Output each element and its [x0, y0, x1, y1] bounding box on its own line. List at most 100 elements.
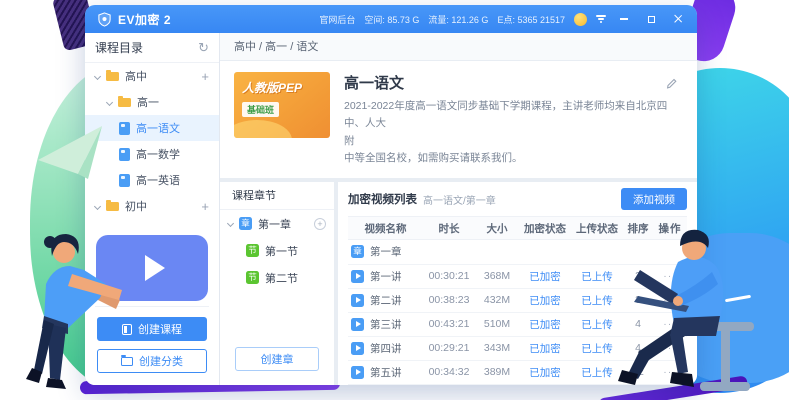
row-more-button[interactable]: ···: [653, 294, 687, 306]
video-duration: 00:43:21: [423, 318, 475, 330]
titlebar: EV加密 2 官网后台 空间: 85.73 G 流量: 121.26 G E点:…: [85, 5, 697, 33]
minimize-button[interactable]: [615, 11, 633, 27]
table-row[interactable]: 第四讲 00:29:21 343M 已加密 已上传 4 ···: [348, 337, 687, 361]
video-play-icon: [351, 366, 364, 379]
create-course-label: 创建课程: [138, 321, 182, 337]
video-order: 4: [623, 342, 653, 354]
sidebar-item-gaoyi-yuwen[interactable]: 高一语文: [85, 115, 219, 141]
upload-status-link[interactable]: 已上传: [571, 317, 623, 332]
folder-icon: [106, 72, 119, 81]
upload-status-link[interactable]: 已上传: [571, 341, 623, 356]
chevron-down-icon: [94, 72, 101, 79]
refresh-icon[interactable]: ↻: [198, 41, 209, 54]
description-line: 2021-2022年度高一语文同步基础下学期课程，主讲老师均来自北京四中、人大: [344, 100, 667, 129]
video-name: 第四讲: [370, 341, 402, 356]
chevron-down-icon: [106, 98, 113, 105]
add-category-icon[interactable]: +: [201, 200, 209, 213]
create-category-button[interactable]: 创建分类: [97, 349, 207, 373]
sidebar-item-gaoyi-yingyu[interactable]: 高一英语: [85, 167, 219, 193]
course-book-icon: [119, 148, 130, 161]
section-label: 第二节: [265, 270, 298, 286]
main-content: 高中 / 高一 / 语文 人教版PEP 基础班 高一语文: [220, 33, 697, 385]
add-video-button[interactable]: 添加视频: [621, 188, 687, 210]
sidebar-item-gaozhong[interactable]: 高中 +: [85, 63, 219, 89]
encrypt-status-link[interactable]: 已加密: [519, 293, 571, 308]
encrypt-status-link[interactable]: 已加密: [519, 269, 571, 284]
chapters-panel: 课程章节 章 第一章 + 节 第一节 节 第: [220, 182, 334, 385]
network-signal-icon: [596, 15, 606, 23]
section-badge-icon: 节: [246, 244, 259, 257]
course-book-icon: [119, 174, 130, 187]
tree-item-label: 高一数学: [136, 146, 180, 162]
table-row[interactable]: 第二讲 00:38:23 432M 已加密 已上传 3 ···: [348, 289, 687, 313]
sidebar-item-chuzhong[interactable]: 初中 +: [85, 193, 219, 219]
row-more-button[interactable]: ···: [653, 270, 687, 282]
play-icon: [145, 255, 165, 281]
chapter-item[interactable]: 章 第一章 +: [220, 210, 334, 237]
video-play-icon: [351, 294, 364, 307]
titlebar-right: 官网后台 空间: 85.73 G 流量: 121.26 G E点: 5365 2…: [319, 11, 687, 27]
app-window: EV加密 2 官网后台 空间: 85.73 G 流量: 121.26 G E点:…: [85, 5, 697, 385]
upload-status-link[interactable]: 已上传: [571, 365, 623, 380]
column-header-size: 大小: [475, 221, 519, 236]
video-list-subtitle: 高一语文/第一章: [423, 192, 496, 207]
table-group-row[interactable]: 章 第一章: [348, 240, 687, 264]
row-more-button[interactable]: ···: [653, 318, 687, 330]
video-play-icon: [351, 270, 364, 283]
video-size: 343M: [475, 342, 519, 354]
tree-item-label: 高一: [137, 94, 159, 110]
sidebar-header: 课程目录 ↻: [85, 33, 219, 63]
encrypt-status-link[interactable]: 已加密: [519, 341, 571, 356]
cover-subtitle-text: 基础班: [242, 102, 279, 117]
tree-item-label: 高中: [125, 68, 147, 84]
user-avatar[interactable]: [574, 13, 587, 26]
video-preview-play-button[interactable]: [96, 235, 208, 301]
table-row[interactable]: 第三讲 00:43:21 510M 已加密 已上传 4 ···: [348, 313, 687, 337]
edit-course-icon[interactable]: [665, 76, 679, 90]
video-name: 第一讲: [370, 269, 402, 284]
sidebar-item-gaoyi[interactable]: 高一: [85, 89, 219, 115]
video-name: 第五讲: [370, 365, 402, 380]
sidebar-buttons: 创建课程 创建分类: [85, 307, 219, 385]
video-order: 3: [623, 270, 653, 282]
close-button[interactable]: [669, 11, 687, 27]
video-duration: 00:34:32: [423, 366, 475, 378]
upload-status-link[interactable]: 已上传: [571, 269, 623, 284]
course-info: 高一语文 2021-2022年度高一语文同步基础下学期课程，主讲老师均来自北京四…: [344, 72, 683, 167]
chapter-badge-icon: 章: [239, 217, 252, 230]
folder-outline-icon: [121, 357, 133, 366]
row-more-button[interactable]: ···: [653, 342, 687, 354]
section-label: 第一节: [265, 243, 298, 259]
section-badge-icon: 节: [246, 271, 259, 284]
video-order: 12: [623, 366, 653, 378]
video-size: 510M: [475, 318, 519, 330]
encrypt-status-link[interactable]: 已加密: [519, 317, 571, 332]
video-size: 389M: [475, 366, 519, 378]
table-header-row: 视频名称 时长 大小 加密状态 上传状态 排序 操作: [348, 216, 687, 240]
book-icon: [122, 324, 132, 335]
table-row[interactable]: 第五讲 00:34:32 389M 已加密 已上传 12 ···: [348, 361, 687, 385]
video-order: 3: [623, 294, 653, 306]
folder-icon: [118, 98, 131, 107]
tree-item-label: 高一语文: [136, 120, 180, 136]
table-row[interactable]: 第一讲 00:30:21 368M 已加密 已上传 3 ···: [348, 265, 687, 289]
app-body: 课程目录 ↻ 高中 + 高一: [85, 33, 697, 385]
course-tree: 高中 + 高一 高一语文 高一数学: [85, 63, 219, 219]
column-header-order: 排序: [623, 221, 653, 236]
section-item[interactable]: 节 第一节: [220, 237, 334, 264]
app-logo-shield-icon: [97, 12, 112, 27]
video-list-header: 加密视频列表 高一语文/第一章 添加视频: [348, 182, 687, 216]
upload-status-link[interactable]: 已上传: [571, 293, 623, 308]
create-course-button[interactable]: 创建课程: [97, 317, 207, 341]
maximize-button[interactable]: [642, 11, 660, 27]
sidebar-item-gaoyi-shuxue[interactable]: 高一数学: [85, 141, 219, 167]
row-more-button[interactable]: ···: [653, 366, 687, 378]
section-item[interactable]: 节 第二节: [220, 264, 334, 291]
video-play-icon: [351, 318, 364, 331]
stat-backend-link[interactable]: 官网后台: [319, 13, 355, 26]
create-chapter-button[interactable]: 创建章: [235, 347, 319, 371]
encrypt-status-link[interactable]: 已加密: [519, 365, 571, 380]
add-category-icon[interactable]: +: [201, 70, 209, 83]
add-section-icon[interactable]: +: [314, 218, 326, 230]
breadcrumb[interactable]: 高中 / 高一 / 语文: [220, 33, 697, 61]
